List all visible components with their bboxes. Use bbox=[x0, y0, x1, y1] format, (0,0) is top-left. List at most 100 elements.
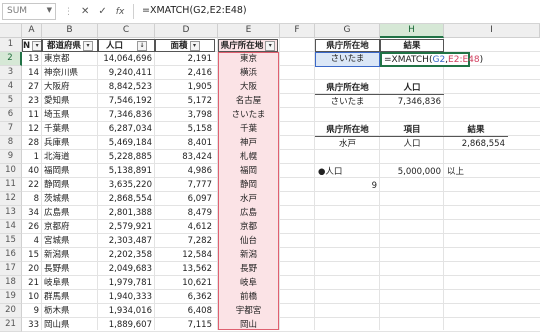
i9-cell[interactable]: 2,868,554 bbox=[444, 137, 508, 151]
cell-capital[interactable]: 新潟 bbox=[218, 248, 279, 262]
cell-area[interactable]: 7,777 bbox=[155, 178, 215, 192]
cell-area[interactable]: 10,621 bbox=[155, 276, 215, 290]
cell-area[interactable]: 4,612 bbox=[155, 220, 215, 234]
h8-cell[interactable]: 項目 bbox=[380, 123, 444, 137]
filter-icon[interactable]: ▾ bbox=[189, 40, 200, 51]
cell-area[interactable]: 7,282 bbox=[155, 234, 215, 248]
cell-pref[interactable]: 千葉県 bbox=[44, 122, 100, 136]
cell-capital[interactable]: 東京 bbox=[218, 52, 279, 66]
g8-cell[interactable]: 県庁所在地 bbox=[315, 123, 380, 137]
column-header-e[interactable]: E bbox=[218, 24, 280, 38]
cell-area[interactable]: 1,905 bbox=[155, 80, 215, 94]
row-header-19[interactable]: 19 bbox=[0, 290, 22, 304]
cell-pop[interactable]: 14,064,696 bbox=[98, 52, 155, 66]
column-header-a[interactable]: A bbox=[22, 24, 42, 38]
cell-capital[interactable]: 神戸 bbox=[218, 136, 279, 150]
cell-capital[interactable]: 福岡 bbox=[218, 164, 279, 178]
h11-cell[interactable]: 5,000,000 bbox=[380, 165, 444, 179]
cell-pref[interactable]: 埼玉県 bbox=[44, 108, 100, 122]
cell-pop[interactable]: 6,287,034 bbox=[98, 122, 155, 136]
row-header-6[interactable]: 6 bbox=[0, 108, 22, 122]
row-header-18[interactable]: 18 bbox=[0, 276, 22, 290]
cell-pop[interactable]: 5,138,891 bbox=[98, 164, 155, 178]
filter-icon[interactable]: ▾ bbox=[32, 40, 41, 51]
cell-capital[interactable]: 大阪 bbox=[218, 80, 279, 94]
cell-capital[interactable]: 前橋 bbox=[218, 290, 279, 304]
i11-cell[interactable]: 以上 bbox=[447, 165, 487, 179]
cell-pref[interactable]: 静岡県 bbox=[44, 178, 100, 192]
h9-cell[interactable]: 人口 bbox=[380, 137, 444, 151]
cell-pop[interactable]: 3,635,220 bbox=[98, 178, 155, 192]
formula-input[interactable]: =XMATCH(G2,E2:E48) bbox=[142, 5, 247, 16]
cell-n[interactable]: 13 bbox=[22, 52, 42, 66]
cell-n[interactable]: 4 bbox=[22, 234, 42, 248]
row-header-7[interactable]: 7 bbox=[0, 122, 22, 136]
cell-area[interactable]: 3,798 bbox=[155, 108, 215, 122]
cell-n[interactable]: 20 bbox=[22, 262, 42, 276]
cell-n[interactable]: 27 bbox=[22, 80, 42, 94]
g1-cell[interactable]: 県庁所在地 bbox=[315, 39, 380, 52]
cell-area[interactable]: 2,191 bbox=[155, 52, 215, 66]
row-header-17[interactable]: 17 bbox=[0, 262, 22, 276]
row-header-8[interactable]: 8 bbox=[0, 136, 22, 150]
cell-area[interactable]: 5,172 bbox=[155, 94, 215, 108]
cell-pref[interactable]: 宮城県 bbox=[44, 234, 100, 248]
cell-pref[interactable]: 茨城県 bbox=[44, 192, 100, 206]
cell-pref[interactable]: 大阪府 bbox=[44, 80, 100, 94]
cell-n[interactable]: 23 bbox=[22, 94, 42, 108]
cell-area[interactable]: 6,362 bbox=[155, 290, 215, 304]
cell-pop[interactable]: 1,934,016 bbox=[98, 304, 155, 318]
cell-pop[interactable]: 1,979,781 bbox=[98, 276, 155, 290]
cell-capital[interactable]: 札幌 bbox=[218, 150, 279, 164]
cell-n[interactable]: 8 bbox=[22, 192, 42, 206]
cell-pref[interactable]: 福岡県 bbox=[44, 164, 100, 178]
fx-icon[interactable]: fx bbox=[116, 7, 125, 17]
row-header-5[interactable]: 5 bbox=[0, 94, 22, 108]
header-pop[interactable]: 人口 ↓ bbox=[98, 39, 155, 52]
cell-pop[interactable]: 1,940,333 bbox=[98, 290, 155, 304]
cell-n[interactable]: 11 bbox=[22, 108, 42, 122]
cell-capital[interactable]: 静岡 bbox=[218, 178, 279, 192]
cell-pop[interactable]: 2,303,487 bbox=[98, 234, 155, 248]
cell-capital[interactable]: 千葉 bbox=[218, 122, 279, 136]
header-pref[interactable]: 都道府県 ▾ bbox=[42, 39, 98, 52]
cell-n[interactable]: 15 bbox=[22, 248, 42, 262]
row-header-2[interactable]: 2 bbox=[0, 52, 22, 66]
cell-capital[interactable]: 横浜 bbox=[218, 66, 279, 80]
cell-area[interactable]: 2,416 bbox=[155, 66, 215, 80]
column-header-i[interactable]: I bbox=[444, 24, 540, 38]
column-header-c[interactable]: C bbox=[98, 24, 155, 38]
cell-capital[interactable]: 岐阜 bbox=[218, 276, 279, 290]
cell-pref[interactable]: 愛知県 bbox=[44, 94, 100, 108]
cell-pref[interactable]: 岐阜県 bbox=[44, 276, 100, 290]
cell-pref[interactable]: 兵庫県 bbox=[44, 136, 100, 150]
cell-area[interactable]: 83,424 bbox=[155, 150, 215, 164]
cell-n[interactable]: 12 bbox=[22, 122, 42, 136]
cell-pop[interactable]: 2,049,683 bbox=[98, 262, 155, 276]
row-header-20[interactable]: 20 bbox=[0, 304, 22, 318]
active-cell-h2[interactable]: =XMATCH(G2,E2:E48) bbox=[380, 52, 483, 67]
select-all-corner[interactable] bbox=[0, 24, 22, 38]
filter-icon[interactable]: ▾ bbox=[83, 40, 93, 51]
g5-cell[interactable]: 県庁所在地 bbox=[315, 81, 380, 95]
header-area[interactable]: 面積 ▾ bbox=[155, 39, 215, 52]
cell-pref[interactable]: 長野県 bbox=[44, 262, 100, 276]
row-header-10[interactable]: 10 bbox=[0, 164, 22, 178]
name-box[interactable]: SUM ▼ bbox=[2, 3, 56, 20]
g12-cell[interactable]: 9 bbox=[315, 179, 380, 193]
column-header-f[interactable]: F bbox=[280, 24, 315, 38]
cancel-icon[interactable]: ✕ bbox=[81, 6, 89, 17]
h5-cell[interactable]: 人口 bbox=[380, 81, 444, 95]
row-header-4[interactable]: 4 bbox=[0, 80, 22, 94]
header-capital[interactable]: 県庁所在地 ▾ bbox=[218, 39, 278, 52]
cell-n[interactable]: 40 bbox=[22, 164, 42, 178]
g9-cell[interactable]: 水戸 bbox=[315, 137, 380, 151]
h1-cell[interactable]: 結果 bbox=[380, 39, 444, 52]
cell-n[interactable]: 21 bbox=[22, 276, 42, 290]
cell-pop[interactable]: 2,202,358 bbox=[98, 248, 155, 262]
cell-area[interactable]: 13,562 bbox=[155, 262, 215, 276]
cell-pop[interactable]: 2,868,554 bbox=[98, 192, 155, 206]
cell-capital[interactable]: 京都 bbox=[218, 220, 279, 234]
cell-capital[interactable]: 宇都宮 bbox=[218, 304, 279, 318]
chevron-down-icon[interactable]: ▼ bbox=[47, 6, 52, 14]
